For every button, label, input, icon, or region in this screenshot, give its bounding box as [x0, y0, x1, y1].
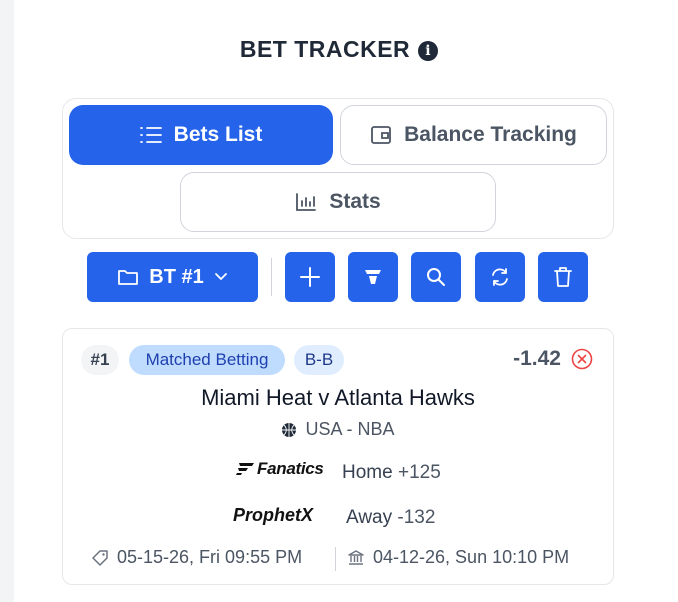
chevron-down-icon [214, 273, 227, 281]
refresh-button[interactable] [475, 252, 525, 302]
basketball-icon [282, 422, 297, 437]
search-button[interactable] [411, 252, 461, 302]
tab-stats-label: Stats [329, 190, 381, 213]
event-date-text: 04-12-26, Sun 10:10 PM [373, 547, 570, 567]
leg-2-odds: -132 [397, 507, 436, 528]
refresh-icon [492, 268, 508, 286]
footer-divider [335, 547, 336, 571]
view-tabs: Bets List Balance Tracking Stats [62, 98, 614, 239]
tab-balance-tracking[interactable]: Balance Tracking [340, 105, 607, 165]
leg-2-selection-name: Away [346, 507, 393, 528]
tab-stats[interactable]: Stats [180, 172, 496, 232]
filter-icon [365, 270, 381, 284]
fanatics-mark-icon [236, 463, 254, 475]
placed-date-text: 05-15-26, Fri 09:55 PM [117, 547, 303, 567]
tab-balance-tracking-label: Balance Tracking [404, 123, 577, 146]
league-row: USA - NBA [63, 419, 613, 440]
bet-profit: -1.42 [513, 347, 561, 370]
page-title: BET TRACKER i [0, 36, 678, 63]
bank-icon [348, 549, 364, 565]
event-name: Miami Heat v Atlanta Hawks [201, 385, 475, 410]
tag-icon [92, 549, 108, 566]
leg-2-selection: Away -132 [346, 507, 435, 529]
wallet-icon [371, 126, 392, 144]
bet-type-badge: Matched Betting [129, 345, 285, 375]
placed-date: 05-15-26, Fri 09:55 PM [91, 547, 302, 568]
list-icon [139, 127, 162, 143]
folder-icon [118, 270, 139, 285]
bet-card[interactable]: #1 Matched Betting B-B -1.42 Miami Heat … [62, 328, 614, 585]
tracker-select-value: BT #1 [149, 265, 204, 288]
filter-button[interactable] [348, 252, 398, 302]
event-date: 04-12-26, Sun 10:10 PM [347, 547, 569, 568]
fanatics-logo: Fanatics [235, 459, 324, 479]
bet-code-badge: B-B [294, 345, 344, 375]
league-name: USA - NBA [305, 419, 395, 439]
delete-button[interactable] [538, 252, 588, 302]
fanatics-logo-text: Fanatics [257, 459, 324, 478]
bet-number-badge: #1 [81, 345, 119, 375]
add-bet-button[interactable] [285, 252, 335, 302]
tab-bets-list[interactable]: Bets List [69, 105, 333, 165]
page-title-text: BET TRACKER [239, 36, 411, 62]
trash-icon [554, 267, 572, 287]
leg-1-odds: +125 [397, 462, 441, 483]
search-icon [427, 268, 445, 286]
tab-bets-list-label: Bets List [173, 123, 263, 146]
bar-chart-icon [296, 193, 317, 211]
tracker-select[interactable]: BT #1 [87, 252, 258, 302]
info-icon[interactable]: i [418, 41, 439, 61]
leg-1-selection: Home +125 [342, 462, 441, 484]
add-icon [300, 267, 320, 287]
prophetx-logo: ProphetX [233, 505, 314, 525]
toolbar-divider [271, 258, 272, 296]
leg-1-selection-name: Home [342, 462, 393, 483]
close-icon[interactable] [571, 348, 593, 370]
